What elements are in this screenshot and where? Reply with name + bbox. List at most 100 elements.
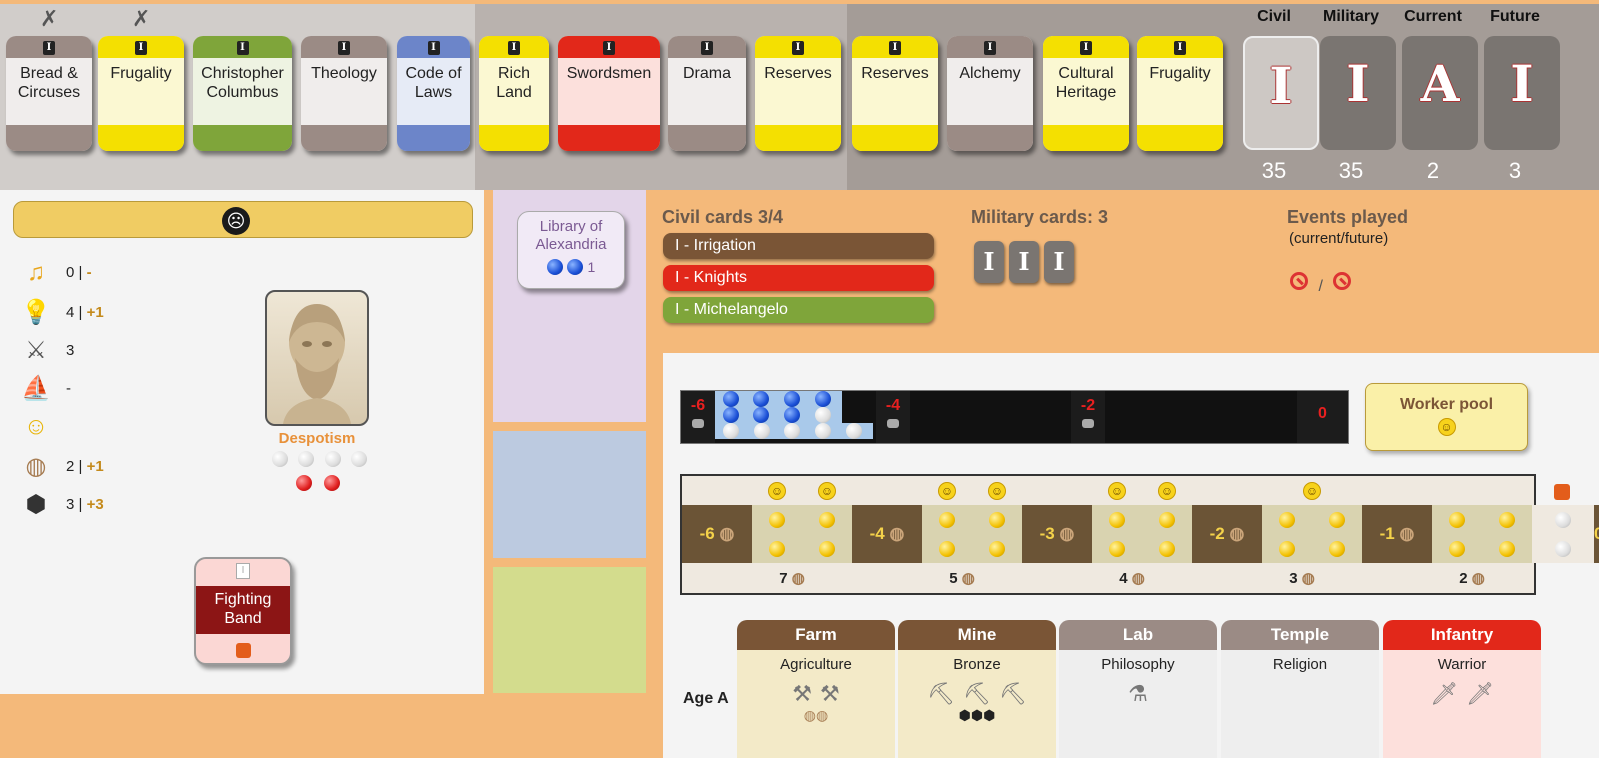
blue-track-penalty: -6 [681, 391, 715, 443]
white-token [1555, 540, 1571, 557]
yellow-token [1279, 540, 1295, 557]
deck-count: 35 [1261, 158, 1287, 183]
events-separator: / [1318, 278, 1323, 296]
stat-number: 4 | [66, 304, 87, 321]
card-row-card[interactable]: I Drama [668, 36, 746, 151]
card-row-card[interactable]: I Rich Land [479, 36, 549, 151]
government-name: Despotism [278, 430, 356, 447]
yellow-track-slots [1432, 505, 1532, 563]
yellow-token [1499, 511, 1515, 528]
yellow-token [1449, 511, 1465, 528]
card-row-card[interactable]: I Code of Laws [397, 36, 470, 151]
wonder-slot-blue [493, 431, 646, 558]
card-row-card[interactable]: I Cultural Heritage [1043, 36, 1129, 151]
yellow-token [769, 511, 785, 528]
leader-card[interactable]: I Fighting Band [194, 557, 292, 665]
civil-card-item[interactable]: I - Michelangelo [663, 297, 934, 323]
yellow-token [1499, 540, 1515, 557]
card-age: I [792, 41, 804, 55]
yellow-track-penalty: -4 ◍ [852, 505, 922, 563]
stat-value: 3 | +3 [66, 494, 104, 516]
deck-current[interactable]: A [1402, 36, 1478, 150]
stat-value: 4 | +1 [66, 302, 104, 324]
cost-value: 3 [1289, 570, 1298, 587]
civil-card-item[interactable]: I - Irrigation [663, 233, 934, 259]
card-row-card[interactable]: I Christopher Columbus [193, 36, 292, 151]
happy-face-icon: ☺ [988, 482, 1006, 500]
yellow-cube-icon [236, 643, 251, 658]
food-sack-icon: ◍ [961, 570, 975, 587]
science-bulb-icon: 💡 [21, 299, 51, 326]
government-white-tokens [272, 451, 367, 467]
stat-bonus: - [86, 264, 92, 281]
card-age: I [43, 41, 55, 55]
civil-card-item[interactable]: I - Knights [663, 265, 934, 291]
food-sack-icon: ◍ [1229, 524, 1245, 543]
card-name: Theology [311, 65, 377, 82]
blue-token [722, 407, 739, 423]
card-name: Frugality [110, 65, 172, 82]
building-slot-infantry[interactable]: Warrior 🗡 🗡 [1383, 650, 1541, 758]
yellow-token [1109, 540, 1125, 557]
coal-icon: ⬢⬢⬢ [958, 707, 996, 723]
mine-pick-icon: ⛏ [998, 681, 1027, 706]
yellow-track-slots [1262, 505, 1362, 563]
red-token [324, 475, 340, 491]
card-name: Reserves [764, 65, 832, 82]
card-row-card[interactable]: I Reserves [852, 36, 938, 151]
mood-bar: ☹ [13, 201, 473, 238]
card-row-card[interactable]: I Frugality [98, 36, 184, 151]
yellow-token [1109, 511, 1125, 528]
building-slot-lab[interactable]: Philosophy ⚗ [1059, 650, 1217, 758]
deck-civil[interactable]: I [1243, 36, 1319, 150]
happy-slots: ☺ ☺ [922, 482, 1022, 500]
mine-pick-icon: ⛏ [963, 681, 991, 706]
red-token [296, 475, 312, 491]
yellow-track-final-slots [1532, 505, 1594, 563]
wonder-card[interactable]: Library of Alexandria 1 [517, 211, 625, 289]
deck-military[interactable]: I [1320, 36, 1396, 150]
yellow-track-slots [922, 505, 1022, 563]
discarded-mark-icon: ✗ [132, 6, 151, 31]
card-age: I [889, 41, 901, 55]
penalty-value: -3 [1039, 524, 1055, 543]
sad-face-icon: ☹ [222, 207, 250, 235]
leader-portrait[interactable] [265, 290, 369, 426]
happy-slots: ☺ [1262, 482, 1362, 500]
building-slot-farm[interactable]: Agriculture ⚒ ⚒ ◍◍ [737, 650, 895, 758]
building-slot-temple[interactable]: Religion [1221, 650, 1379, 758]
yellow-token [1329, 511, 1345, 528]
card-age: I [338, 41, 350, 55]
yellow-token [989, 540, 1005, 557]
military-card[interactable]: I [1009, 241, 1039, 283]
card-row-card[interactable]: I Theology [301, 36, 387, 151]
card-row-card[interactable]: I Frugality [1137, 36, 1223, 151]
blue-track-penalty: -4 [876, 391, 910, 443]
military-cards-title: Military cards: 3 [971, 207, 1109, 227]
military-card[interactable]: I [1044, 241, 1074, 283]
culture-music-icon: ♫ [27, 259, 45, 286]
happy-face-icon: ☺ [768, 482, 786, 500]
yellow-token [819, 540, 835, 557]
yellow-track-cost: 3 ◍ [1272, 569, 1332, 587]
worker-pool[interactable]: Worker pool ☺ [1365, 383, 1528, 451]
wonder-name: Library of Alexandria [535, 218, 607, 253]
card-row-card[interactable]: I Bread & Circuses [6, 36, 92, 151]
card-row-card[interactable]: I Swordsmen [558, 36, 660, 151]
age-label: Age A [683, 690, 729, 707]
deck-age-letter: I [1269, 56, 1293, 115]
building-tech-name: Philosophy [1101, 656, 1175, 673]
building-header-farm: Farm [737, 620, 895, 650]
card-age: I [1174, 41, 1186, 55]
card-row-card[interactable]: I Reserves [755, 36, 841, 151]
stat-number: 0 | [66, 264, 87, 281]
warrior-sword-icon: 🗡 [1466, 681, 1494, 706]
coal-icon [692, 419, 704, 428]
card-row-card[interactable]: I Alchemy [947, 36, 1033, 151]
cost-value: 7 [779, 570, 788, 587]
building-slot-mine[interactable]: Bronze ⛏ ⛏ ⛏ ⬢⬢⬢ [898, 650, 1056, 758]
card-age: I [427, 41, 440, 55]
yellow-token [1159, 540, 1175, 557]
military-card[interactable]: I [974, 241, 1004, 283]
deck-future[interactable]: I [1484, 36, 1560, 150]
